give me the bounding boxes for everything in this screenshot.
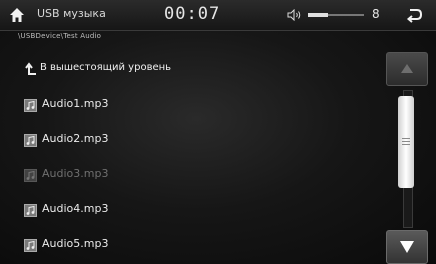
audio-file-icon: [24, 239, 37, 252]
volume-slider-fill: [308, 13, 328, 17]
triangle-up-icon: [401, 64, 413, 73]
triangle-down-icon: [400, 241, 414, 253]
list-item[interactable]: Audio1.mp3: [0, 88, 380, 123]
usb-music-browser-screen: USB музыка 00:07 8 \USBDevice\Test Audio…: [0, 0, 436, 264]
thumb-grip: [402, 138, 410, 139]
list-item-label: Audio1.mp3: [42, 97, 109, 110]
file-list: В вышестоящий уровень Audio1.mp3 Audio2.…: [0, 53, 380, 263]
status-bar: USB музыка 00:07 8: [0, 0, 436, 31]
audio-file-icon: [24, 169, 37, 182]
audio-file-icon: [24, 134, 37, 147]
audio-file-icon: [24, 99, 37, 112]
thumb-grip: [402, 141, 410, 142]
up-level-arrow-icon: [25, 62, 36, 75]
list-item[interactable]: Audio2.mp3: [0, 123, 380, 158]
scrollbar-thumb[interactable]: [398, 96, 414, 188]
speaker-icon[interactable]: [287, 9, 303, 21]
list-item[interactable]: Audio5.mp3: [0, 228, 380, 263]
list-item-label: Audio2.mp3: [42, 132, 109, 145]
back-return-icon[interactable]: [405, 7, 423, 23]
thumb-grip: [402, 144, 410, 145]
list-item-dimmed[interactable]: Audio3.mp3: [0, 158, 380, 193]
scroll-down-button[interactable]: [386, 230, 428, 264]
list-item-label: Audio3.mp3: [42, 167, 109, 180]
list-item-label: В вышестоящий уровень: [40, 62, 172, 73]
playback-time: 00:07: [164, 4, 221, 24]
folder-path: \USBDevice\Test Audio: [18, 32, 102, 40]
scroll-up-button[interactable]: [386, 52, 428, 86]
home-icon[interactable]: [9, 7, 25, 23]
volume-value: 8: [372, 7, 380, 21]
list-item-label: Audio4.mp3: [42, 202, 109, 215]
list-item-up-level[interactable]: В вышестоящий уровень: [0, 53, 380, 88]
source-title: USB музыка: [37, 7, 106, 20]
list-item[interactable]: Audio4.mp3: [0, 193, 380, 228]
audio-file-icon: [24, 204, 37, 217]
list-item-label: Audio5.mp3: [42, 237, 109, 250]
